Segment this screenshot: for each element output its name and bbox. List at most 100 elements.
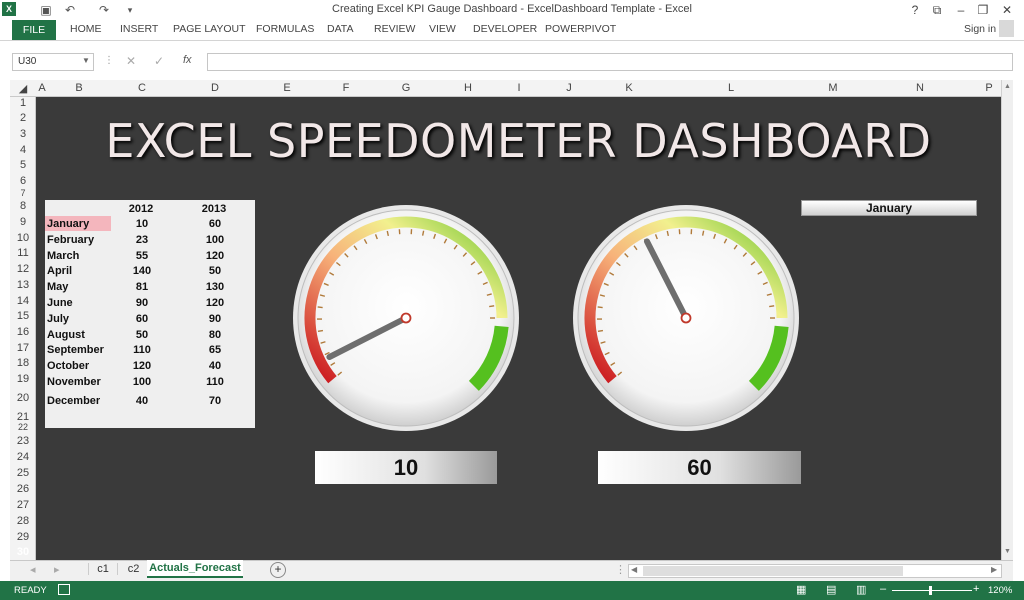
- select-all-corner[interactable]: ◢: [10, 82, 36, 95]
- row-header[interactable]: 23: [10, 435, 36, 447]
- row-header[interactable]: 19: [10, 373, 36, 385]
- horizontal-scrollbar[interactable]: ◀ ▶: [628, 564, 1002, 578]
- column-header-n[interactable]: N: [864, 82, 976, 94]
- tab-file[interactable]: FILE: [12, 20, 56, 40]
- column-header-f[interactable]: F: [318, 82, 374, 94]
- row-header[interactable]: 12: [10, 263, 36, 275]
- table-cell-month: September: [47, 344, 104, 356]
- vertical-scrollbar[interactable]: ▲ ▼: [1001, 80, 1013, 560]
- row-header[interactable]: 9: [10, 216, 36, 228]
- column-header-k[interactable]: K: [598, 82, 660, 94]
- tab-powerpivot[interactable]: POWERPIVOT: [545, 23, 616, 35]
- sheet-tab-c1[interactable]: c1: [88, 563, 118, 575]
- row-header[interactable]: 11: [10, 247, 36, 259]
- avatar[interactable]: [999, 20, 1014, 37]
- row-header[interactable]: 29: [10, 531, 36, 543]
- zoom-out-icon[interactable]: –: [880, 583, 886, 595]
- cancel-icon[interactable]: ✕: [126, 54, 136, 68]
- row-header[interactable]: 7: [10, 188, 36, 198]
- formula-input[interactable]: [207, 53, 1013, 71]
- row-header[interactable]: 6: [10, 175, 36, 187]
- row-header[interactable]: 25: [10, 467, 36, 479]
- row-header[interactable]: 14: [10, 295, 36, 307]
- scroll-down-icon[interactable]: ▼: [1004, 548, 1011, 555]
- table-cell-2012: 60: [135, 313, 149, 325]
- restore-icon[interactable]: ❐: [972, 2, 994, 18]
- column-header-a[interactable]: A: [36, 82, 48, 94]
- row-header[interactable]: 22: [10, 422, 36, 432]
- zoom-in-icon[interactable]: +: [973, 583, 979, 595]
- zoom-level[interactable]: 120%: [988, 585, 1012, 596]
- enter-icon[interactable]: ✓: [154, 54, 164, 68]
- new-sheet-icon[interactable]: +: [270, 562, 286, 578]
- scroll-up-icon[interactable]: ▲: [1004, 83, 1011, 90]
- table-cell-2012: 55: [135, 250, 149, 262]
- scrollbar-thumb[interactable]: [643, 566, 903, 576]
- row-header-active[interactable]: 30: [10, 546, 36, 558]
- row-header[interactable]: 2: [10, 112, 36, 124]
- row-header[interactable]: 20: [10, 392, 36, 404]
- tab-developer[interactable]: DEVELOPER: [473, 23, 537, 35]
- page-layout-view-icon[interactable]: ▤: [826, 583, 836, 596]
- row-header[interactable]: 15: [10, 310, 36, 322]
- tab-view[interactable]: VIEW: [429, 23, 456, 35]
- row-header[interactable]: 26: [10, 483, 36, 495]
- column-header-e[interactable]: E: [256, 82, 318, 94]
- gauge-value-2013: 60: [598, 451, 801, 484]
- row-header[interactable]: 28: [10, 515, 36, 527]
- zoom-slider[interactable]: [892, 590, 972, 591]
- row-header[interactable]: 3: [10, 128, 36, 140]
- row-header[interactable]: 24: [10, 451, 36, 463]
- insert-function-icon[interactable]: fx: [183, 54, 192, 66]
- macro-record-icon[interactable]: [58, 584, 70, 595]
- tab-insert[interactable]: INSERT: [120, 23, 158, 35]
- table-cell-2012: 50: [135, 329, 149, 341]
- gauge-tick: [317, 329, 324, 332]
- scroll-left-icon[interactable]: ◀: [631, 565, 637, 574]
- table-cell-month: March: [47, 250, 80, 262]
- tab-review[interactable]: REVIEW: [374, 23, 415, 35]
- row-header[interactable]: 4: [10, 144, 36, 156]
- row-header[interactable]: 1: [10, 97, 36, 109]
- column-header-d[interactable]: D: [174, 82, 256, 94]
- tab-scroll-left-icon[interactable]: ◂: [30, 563, 36, 576]
- column-header-g[interactable]: G: [374, 82, 438, 94]
- column-header-i[interactable]: I: [498, 82, 540, 94]
- table-cell-2013: 60: [208, 218, 222, 230]
- sheet-tab-actuals-forecast[interactable]: Actuals_Forecast: [147, 560, 243, 578]
- row-header[interactable]: 5: [10, 159, 36, 171]
- status-ready: READY: [14, 585, 47, 596]
- normal-view-icon[interactable]: ▦: [796, 583, 806, 596]
- row-header[interactable]: 16: [10, 326, 36, 338]
- column-header-b[interactable]: B: [48, 82, 110, 94]
- column-header-c[interactable]: C: [110, 82, 174, 94]
- tab-home[interactable]: HOME: [70, 23, 102, 35]
- column-header-h[interactable]: H: [438, 82, 498, 94]
- column-header-p[interactable]: P: [974, 82, 1004, 94]
- tab-page-layout[interactable]: PAGE LAYOUT: [173, 23, 246, 35]
- scroll-right-icon[interactable]: ▶: [991, 565, 997, 574]
- help-button[interactable]: ?: [904, 2, 926, 18]
- column-header-l[interactable]: L: [660, 82, 802, 94]
- close-icon[interactable]: ✕: [996, 2, 1018, 18]
- table-cell-2012: 40: [135, 395, 149, 407]
- minimize-icon[interactable]: –: [950, 2, 972, 18]
- chevron-down-icon[interactable]: ▼: [82, 56, 90, 65]
- row-header[interactable]: 18: [10, 357, 36, 369]
- column-header-j[interactable]: J: [540, 82, 598, 94]
- zoom-slider-thumb[interactable]: [929, 586, 932, 595]
- page-break-view-icon[interactable]: ▥: [856, 583, 866, 596]
- ribbon-display-icon[interactable]: ⧉: [926, 2, 948, 18]
- row-header[interactable]: 17: [10, 342, 36, 354]
- sheet-tab-c2[interactable]: c2: [120, 563, 148, 575]
- table-cell-2013: 40: [208, 360, 222, 372]
- tab-scroll-right-icon[interactable]: ▸: [54, 563, 60, 576]
- row-header[interactable]: 8: [10, 200, 36, 212]
- row-header[interactable]: 13: [10, 279, 36, 291]
- row-header[interactable]: 27: [10, 499, 36, 511]
- tab-formulas[interactable]: FORMULAS: [256, 23, 314, 35]
- row-header[interactable]: 10: [10, 232, 36, 244]
- sign-in-link[interactable]: Sign in: [964, 23, 996, 35]
- tab-data[interactable]: DATA: [327, 23, 353, 35]
- column-header-m[interactable]: M: [802, 82, 864, 94]
